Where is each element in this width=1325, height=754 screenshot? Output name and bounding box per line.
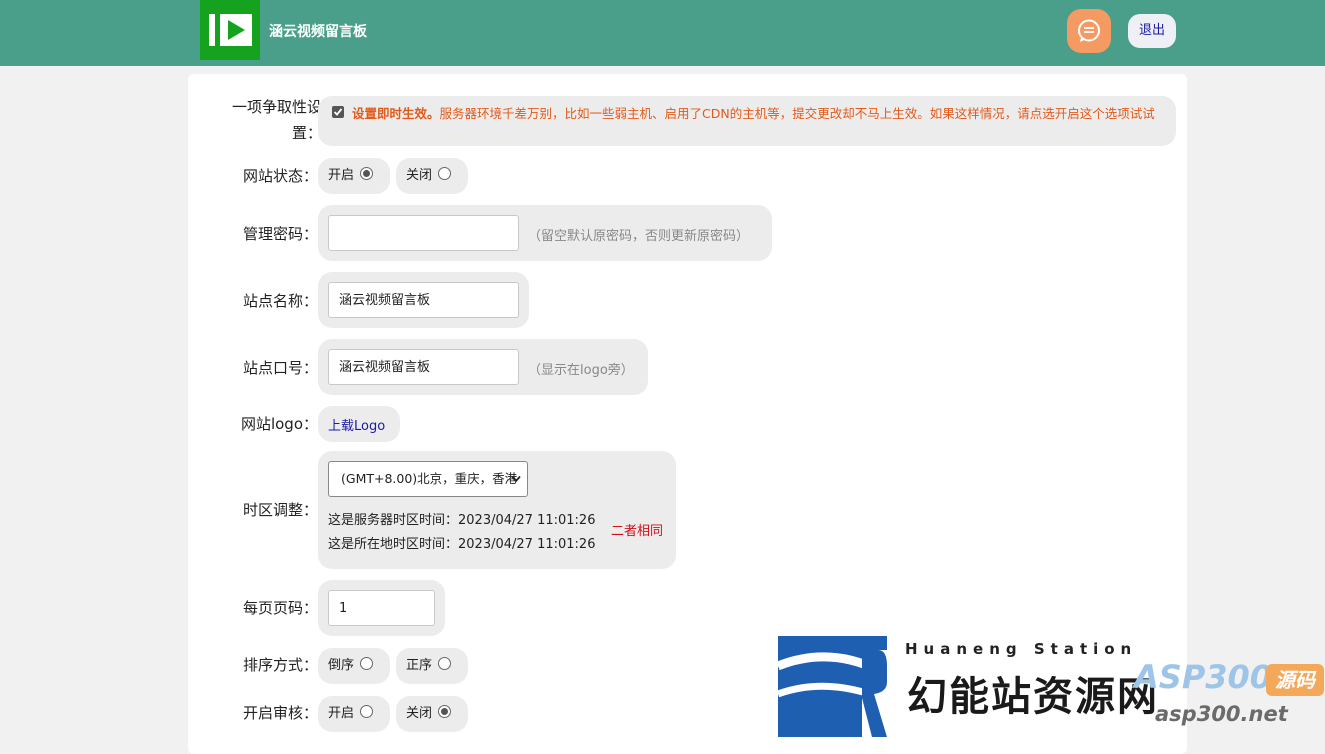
timezone-selected-value: (GMT+8.00)北京，重庆，香港	[341, 471, 518, 486]
time-compare-status: 二者相同	[611, 524, 664, 539]
site-name-input[interactable]: 涵云视频留言板	[328, 282, 519, 318]
server-time-label: 这是服务器时区时间：	[328, 513, 459, 528]
badge-url: asp300.net	[1155, 702, 1288, 726]
instant-effect-description: 设置即时生效。服务器环境千差万别，比如一些弱主机、启用了CDN的主机等，提交更改…	[328, 106, 1158, 122]
admin-password-box: （留空默认原密码，否则更新原密码）	[318, 205, 772, 261]
chevron-down-icon	[511, 475, 521, 483]
aggressive-setting-label: 一项争取性设置：	[231, 98, 322, 142]
chat-bubble-icon	[1078, 19, 1100, 42]
review-label: 开启审核：	[242, 704, 318, 722]
admin-password-hint: （留空默认原密码，否则更新原密码）	[528, 229, 750, 244]
site-slogan-box: 涵云视频留言板 （显示在logo旁）	[318, 339, 648, 395]
watermark-badge: Huaneng Station 幻能站资源网 ASP300 源码 asp300.…	[776, 636, 1325, 737]
per-page-box: 1	[318, 580, 445, 636]
admin-password-input[interactable]	[328, 215, 519, 251]
per-page-input[interactable]: 1	[328, 590, 435, 626]
timezone-box: (GMT+8.00)北京，重庆，香港 这是服务器时区时间：2023/04/27 …	[318, 451, 676, 569]
site-slogan-hint: （显示在logo旁）	[528, 363, 634, 378]
sort-desc-label: 倒序	[328, 658, 355, 673]
sort-asc-radio[interactable]	[438, 657, 452, 670]
badge-brand-tag: 源码	[1266, 664, 1324, 696]
per-page-label: 每页页码：	[242, 599, 318, 617]
timezone-select[interactable]: (GMT+8.00)北京，重庆，香港	[328, 461, 528, 497]
review-open-option[interactable]: 开启	[318, 696, 390, 732]
server-time-value: 2023/04/27 11:01:26	[458, 513, 596, 528]
admin-password-label: 管理密码：	[242, 225, 318, 243]
sort-asc-label: 正序	[406, 658, 433, 673]
badge-english-name: Huaneng Station	[905, 640, 1138, 658]
sort-desc-option[interactable]: 倒序	[318, 648, 390, 684]
video-play-logo-icon	[209, 14, 252, 46]
site-slogan-input[interactable]: 涵云视频留言板	[328, 349, 519, 385]
local-time-row: 这是所在地时区时间：2023/04/27 11:01:26	[328, 533, 595, 552]
site-status-open-option[interactable]: 开启	[318, 158, 390, 194]
review-close-option[interactable]: 关闭	[396, 696, 468, 732]
site-status-label: 网站状态：	[242, 167, 318, 185]
badge-brand: ASP300	[1134, 658, 1273, 696]
site-logo-label: 网站logo：	[240, 415, 318, 433]
site-status-open-radio[interactable]	[360, 167, 374, 180]
site-status-close-radio[interactable]	[438, 167, 452, 180]
review-close-radio[interactable]	[438, 705, 452, 718]
top-header: 涵云视频留言板 退出	[0, 0, 1325, 66]
instant-effect-text: 服务器环境千差万别，比如一些弱主机、启用了CDN的主机等，提交更改却不马上生效。…	[439, 106, 1155, 121]
site-status-close-label: 关闭	[406, 168, 433, 183]
local-time-value: 2023/04/27 11:01:26	[458, 537, 596, 552]
badge-logo-block	[776, 636, 888, 737]
upload-logo-link[interactable]: 上载Logo	[328, 415, 385, 434]
site-logo-box: 上载Logo	[318, 406, 400, 442]
site-name-label: 站点名称：	[242, 292, 318, 310]
review-close-label: 关闭	[406, 706, 433, 721]
sort-desc-radio[interactable]	[360, 657, 374, 670]
site-name-box: 涵云视频留言板	[318, 272, 529, 328]
local-time-label: 这是所在地时区时间：	[328, 537, 459, 552]
review-open-label: 开启	[328, 706, 355, 721]
message-button[interactable]	[1067, 9, 1111, 53]
server-time-row: 这是服务器时区时间：2023/04/27 11:01:26	[328, 509, 595, 528]
sort-asc-option[interactable]: 正序	[396, 648, 468, 684]
sort-label: 排序方式：	[242, 656, 318, 674]
site-status-close-option[interactable]: 关闭	[396, 158, 468, 194]
site-status-open-label: 开启	[328, 168, 355, 183]
timezone-label: 时区调整：	[242, 501, 318, 519]
badge-r-logo-icon	[776, 650, 888, 737]
logout-button[interactable]: 退出	[1128, 14, 1176, 48]
header-site-title: 涵云视频留言板	[269, 24, 367, 40]
instant-effect-bold: 设置即时生效。	[352, 106, 440, 121]
review-open-radio[interactable]	[360, 705, 374, 718]
badge-chinese-name: 幻能站资源网	[907, 674, 1159, 720]
aggressive-setting-box: 设置即时生效。服务器环境千差万别，比如一些弱主机、启用了CDN的主机等，提交更改…	[318, 96, 1176, 146]
site-logo[interactable]	[200, 0, 260, 60]
site-slogan-label: 站点口号：	[242, 359, 318, 377]
